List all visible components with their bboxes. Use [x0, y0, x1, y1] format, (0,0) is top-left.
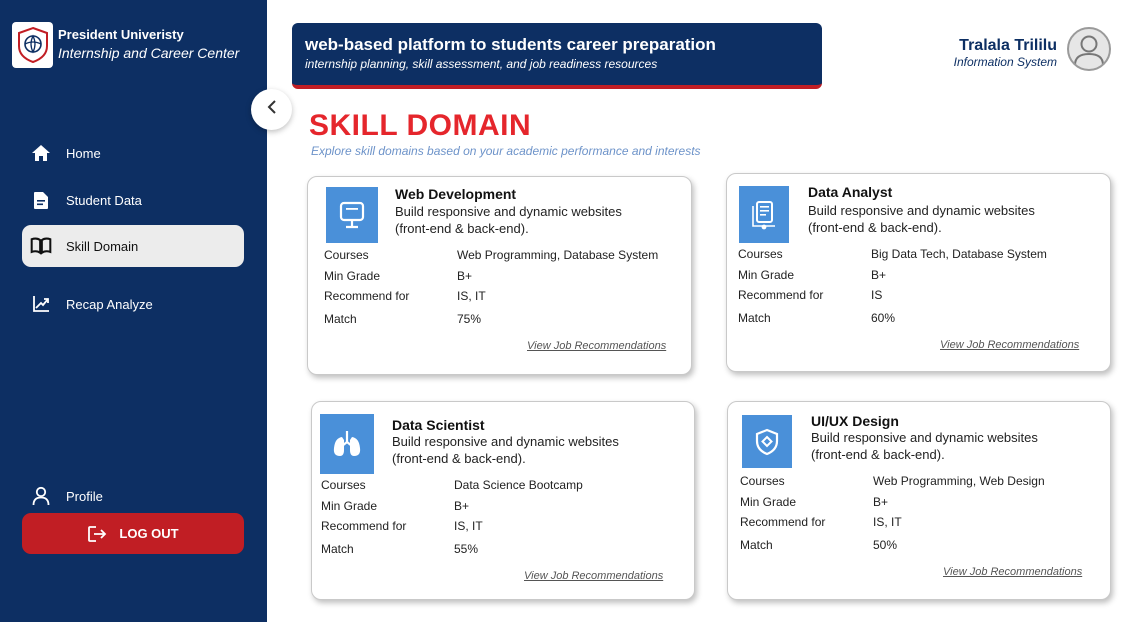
view-job-recommendations-link[interactable]: View Job Recommendations	[524, 570, 663, 582]
user-icon	[30, 485, 52, 507]
chevron-left-icon	[266, 99, 278, 120]
recommend-label: Recommend for	[321, 519, 407, 533]
header-banner: web-based platform to students career pr…	[292, 23, 822, 89]
courses-label: Courses	[324, 248, 369, 262]
profile-label: Profile	[66, 488, 103, 504]
university-logo	[12, 22, 53, 68]
card-title: Data Analyst	[808, 184, 893, 200]
recommend-label: Recommend for	[324, 289, 410, 303]
skill-card-data-analyst: Data Analyst Build responsive and dynami…	[726, 173, 1111, 372]
view-job-recommendations-link[interactable]: View Job Recommendations	[943, 566, 1082, 578]
lungs-icon	[320, 414, 374, 474]
courses-label: Courses	[738, 247, 783, 261]
recommend-value: IS, IT	[873, 515, 902, 529]
match-value: 55%	[454, 542, 479, 556]
sidebar-item-home[interactable]: Home	[22, 132, 244, 174]
min-grade-label: Min Grade	[738, 268, 795, 282]
recommend-value: IS, IT	[454, 519, 483, 533]
sidebar-item-label: Skill Domain	[66, 238, 139, 254]
match-value: 50%	[873, 538, 898, 552]
view-job-recommendations-link[interactable]: View Job Recommendations	[940, 339, 1079, 351]
logout-label: LOG OUT	[119, 526, 179, 541]
recommend-value: IS, IT	[457, 289, 486, 303]
page-subtitle: Explore skill domains based on your acad…	[311, 144, 701, 158]
sidebar-item-profile[interactable]: Profile	[22, 475, 244, 517]
match-value: 60%	[871, 311, 896, 325]
banner-subtitle: internship planning, skill assessment, a…	[305, 57, 658, 71]
view-job-recommendations-link[interactable]: View Job Recommendations	[527, 340, 666, 352]
min-grade-label: Min Grade	[321, 499, 378, 513]
min-grade-label: Min Grade	[324, 269, 381, 283]
sidebar: President Univeristy Internship and Care…	[0, 0, 267, 622]
sidebar-item-recap-analyze[interactable]: Recap Analyze	[22, 283, 244, 325]
courses-label: Courses	[740, 474, 785, 488]
banner-title: web-based platform to students career pr…	[305, 35, 716, 54]
book-icon	[30, 235, 52, 257]
skill-card-web-development: Web Development Build responsive and dyn…	[307, 176, 692, 375]
logout-button[interactable]: LOG OUT	[22, 513, 244, 554]
card-title: UI/UX Design	[811, 413, 899, 429]
match-label: Match	[321, 542, 354, 556]
sidebar-item-label: Home	[66, 145, 101, 161]
min-grade-value: B+	[871, 268, 887, 282]
logout-icon	[87, 525, 107, 543]
card-description: Build responsive and dynamic websites (f…	[392, 434, 619, 466]
brand-subtitle: Internship and Career Center	[58, 45, 240, 61]
courses-value: Web Programming, Web Design	[873, 474, 1045, 488]
avatar[interactable]	[1067, 27, 1111, 71]
brand: President Univeristy Internship and Care…	[12, 22, 239, 68]
match-value: 75%	[457, 312, 482, 326]
courses-value: Big Data Tech, Database System	[871, 247, 1047, 261]
match-label: Match	[740, 538, 773, 552]
brand-name: President Univeristy	[58, 27, 184, 42]
sidebar-item-label: Student Data	[66, 192, 142, 208]
match-label: Match	[738, 311, 771, 325]
shield-icon	[742, 415, 792, 468]
card-description: Build responsive and dynamic websites (f…	[808, 203, 1035, 235]
skill-card-ui-ux-design: UI/UX Design Build responsive and dynami…	[727, 401, 1111, 600]
sidebar-item-skill-domain[interactable]: Skill Domain	[22, 225, 244, 267]
courses-label: Courses	[321, 478, 366, 492]
match-label: Match	[324, 312, 357, 326]
home-icon	[30, 142, 52, 164]
courses-value: Web Programming, Database System	[457, 248, 659, 262]
card-description: Build responsive and dynamic websites (f…	[395, 204, 622, 236]
sidebar-item-student-data[interactable]: Student Data	[22, 179, 244, 221]
user-role: Information System	[953, 55, 1057, 69]
monitor-icon	[326, 187, 378, 243]
chart-icon	[30, 293, 52, 315]
recommend-value: IS	[871, 288, 883, 302]
card-title: Data Scientist	[392, 417, 485, 433]
user-name: Tralala Trililu	[959, 37, 1057, 54]
min-grade-label: Min Grade	[740, 495, 797, 509]
skill-card-data-scientist: Data Scientist Build responsive and dyna…	[311, 401, 695, 600]
collapse-sidebar-button[interactable]	[251, 89, 292, 130]
courses-value: Data Science Bootcamp	[454, 478, 583, 492]
card-description: Build responsive and dynamic websites (f…	[811, 430, 1038, 462]
user-info: Tralala Trililu Information System	[954, 37, 1057, 69]
min-grade-value: B+	[873, 495, 889, 509]
card-title: Web Development	[395, 186, 517, 202]
page-title: SKILL DOMAIN	[309, 109, 532, 142]
document-icon	[30, 189, 52, 211]
recommend-label: Recommend for	[740, 515, 826, 529]
report-icon	[739, 186, 789, 243]
recommend-label: Recommend for	[738, 288, 824, 302]
sidebar-item-label: Recap Analyze	[66, 296, 153, 312]
min-grade-value: B+	[454, 499, 470, 513]
min-grade-value: B+	[457, 269, 473, 283]
